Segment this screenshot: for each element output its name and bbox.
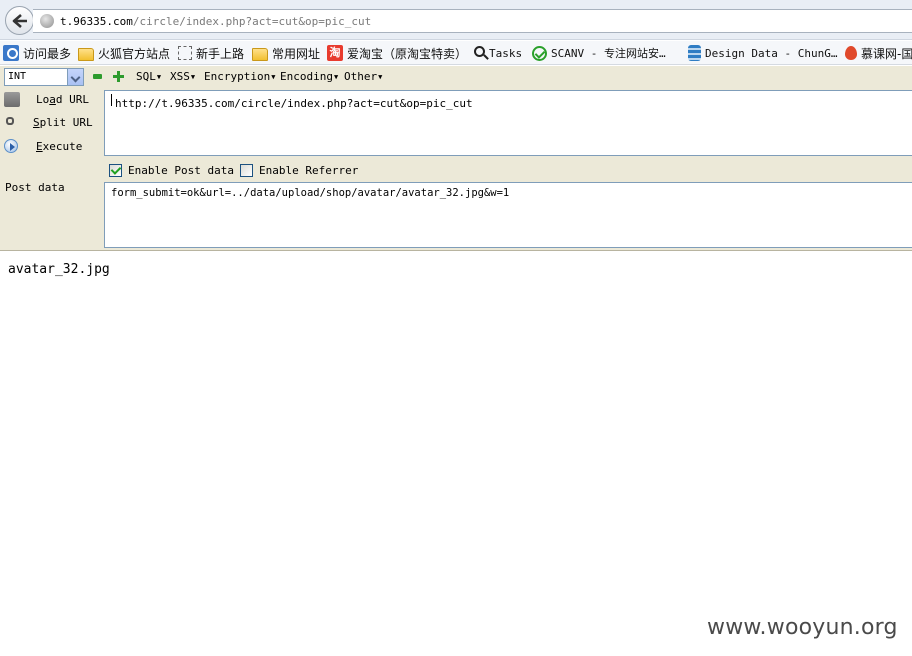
menu-xss[interactable]: XSS▼ bbox=[170, 70, 195, 83]
load-url-button[interactable]: Load URL bbox=[0, 90, 100, 110]
enable-referrer-toggle[interactable]: Enable Referrer bbox=[240, 162, 358, 178]
most-visited-icon bbox=[3, 45, 19, 61]
execute-button[interactable]: Execute bbox=[0, 137, 100, 157]
hackbar-toolbar: INT SQL▼ XSS▼ Encryption▼ Encoding▼ Othe… bbox=[0, 66, 912, 88]
globe-icon bbox=[40, 14, 54, 28]
type-select-value: INT bbox=[8, 71, 27, 82]
type-select[interactable]: INT bbox=[4, 68, 84, 86]
taobao-icon: 淘 bbox=[327, 45, 343, 61]
post-data-value: form_submit=ok&url=../data/upload/shop/a… bbox=[111, 187, 510, 199]
bookmark-ai-taobao[interactable]: 淘 爱淘宝（原淘宝特卖） bbox=[327, 44, 467, 62]
post-data-textarea[interactable]: form_submit=ok&url=../data/upload/shop/a… bbox=[104, 182, 912, 248]
url-textarea[interactable]: http://t.96335.com/circle/index.php?act=… bbox=[104, 90, 912, 156]
address-bar[interactable]: t.96335.com/circle/index.php?act=cut&op=… bbox=[33, 9, 912, 33]
chevron-down-icon[interactable] bbox=[67, 69, 83, 85]
dotted-page-icon bbox=[178, 46, 192, 60]
back-button[interactable] bbox=[5, 6, 34, 35]
split-url-label: Split URL bbox=[33, 116, 93, 129]
dropdown-caret-icon: ▼ bbox=[190, 73, 196, 81]
split-url-button[interactable]: Split URL bbox=[0, 113, 100, 133]
post-data-label: Post data bbox=[5, 181, 65, 194]
navigation-bar: t.96335.com/circle/index.php?act=cut&op=… bbox=[0, 0, 912, 40]
check-circle-icon bbox=[532, 45, 547, 61]
enable-referrer-checkbox[interactable] bbox=[240, 163, 253, 177]
menu-encoding[interactable]: Encoding▼ bbox=[280, 70, 338, 83]
minus-icon[interactable] bbox=[93, 74, 102, 79]
menu-encryption[interactable]: Encryption▼ bbox=[204, 70, 275, 83]
text-cursor bbox=[111, 94, 112, 106]
enable-post-toggle[interactable]: Enable Post data bbox=[109, 162, 234, 178]
dropdown-caret-icon: ▼ bbox=[271, 73, 276, 81]
url-textarea-value: http://t.96335.com/circle/index.php?act=… bbox=[110, 94, 473, 110]
bookmark-common-sites[interactable]: 常用网址 bbox=[252, 44, 320, 62]
bookmark-design-data[interactable]: Design Data - ChunG… bbox=[688, 44, 837, 62]
dropdown-caret-icon: ▼ bbox=[333, 73, 339, 81]
menu-other[interactable]: Other▼ bbox=[344, 70, 382, 83]
load-url-icon bbox=[4, 92, 20, 107]
folder-icon bbox=[252, 47, 268, 61]
bookmark-getting-started[interactable]: 新手上路 bbox=[178, 44, 244, 62]
dropdown-caret-icon: ▼ bbox=[156, 73, 162, 81]
bookmark-most-visited[interactable]: 访问最多 bbox=[3, 44, 71, 62]
watermark: www.wooyun.org bbox=[707, 615, 898, 640]
load-url-label: Load URL bbox=[36, 93, 89, 106]
hackbar-panel: INT SQL▼ XSS▼ Encryption▼ Encoding▼ Othe… bbox=[0, 66, 912, 251]
fire-icon bbox=[845, 46, 857, 60]
folder-icon bbox=[78, 47, 94, 61]
bookmark-tasks[interactable]: Tasks bbox=[474, 44, 522, 62]
execute-label: Execute bbox=[36, 140, 83, 153]
page-body-text: avatar_32.jpg bbox=[8, 262, 110, 277]
bookmark-scanv[interactable]: SCANV - 专注网站安… bbox=[532, 44, 666, 62]
play-icon bbox=[4, 139, 18, 153]
enable-post-checkbox[interactable] bbox=[109, 163, 122, 177]
search-icon bbox=[474, 45, 485, 57]
bookmark-imooc[interactable]: 慕课网-国 bbox=[845, 44, 912, 62]
database-icon bbox=[688, 45, 701, 61]
plus-icon[interactable] bbox=[113, 71, 124, 82]
dropdown-caret-icon: ▼ bbox=[378, 73, 383, 81]
back-arrow-icon bbox=[12, 14, 27, 28]
scissors-icon bbox=[6, 117, 14, 125]
menu-sql[interactable]: SQL▼ bbox=[136, 70, 161, 83]
bookmark-firefox-official[interactable]: 火狐官方站点 bbox=[78, 44, 170, 62]
address-bar-url: t.96335.com/circle/index.php?act=cut&op=… bbox=[60, 15, 372, 28]
bookmarks-toolbar: 访问最多 火狐官方站点 新手上路 常用网址 淘 爱淘宝（原淘宝特卖） Tasks… bbox=[0, 41, 912, 65]
